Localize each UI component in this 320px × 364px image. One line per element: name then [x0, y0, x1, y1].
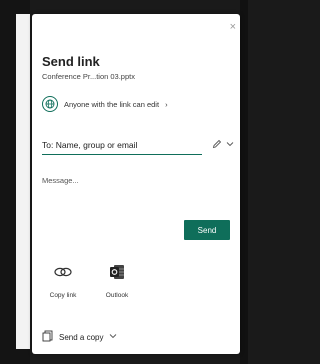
outlook-label: Outlook: [105, 292, 129, 299]
document-icon: [42, 330, 53, 344]
send-link-dialog: × Send link Conference Pr...tion 03.pptx…: [32, 14, 240, 354]
pencil-icon[interactable]: [212, 139, 222, 151]
permission-text: Anyone with the link can edit: [64, 99, 160, 109]
link-permission-button[interactable]: Anyone with the link can edit ›: [42, 96, 168, 112]
copy-link-button[interactable]: Copy link: [38, 262, 88, 299]
chevron-down-icon: [109, 332, 117, 342]
permission-chevron: ›: [165, 99, 168, 109]
send-copy-label: Send a copy: [59, 332, 104, 342]
link-icon: [38, 262, 88, 282]
chevron-down-icon[interactable]: [226, 140, 234, 150]
send-button[interactable]: Send: [184, 220, 230, 240]
globe-icon: [42, 96, 58, 112]
outlook-button[interactable]: Outlook: [92, 262, 142, 299]
recipient-actions[interactable]: [212, 139, 234, 151]
background-window: [0, 0, 30, 364]
background-document: [16, 14, 30, 349]
send-copy-button[interactable]: Send a copy: [42, 330, 117, 344]
close-icon[interactable]: ×: [230, 22, 236, 33]
file-name: Conference Pr...tion 03.pptx: [42, 72, 135, 81]
recipient-input[interactable]: To: Name, group or email: [42, 140, 202, 155]
message-input[interactable]: Message...: [42, 176, 79, 185]
dialog-title: Send link: [42, 54, 100, 69]
background-edge: [240, 0, 248, 364]
copy-link-label: Copy link: [49, 292, 77, 299]
outlook-icon: [92, 262, 142, 282]
